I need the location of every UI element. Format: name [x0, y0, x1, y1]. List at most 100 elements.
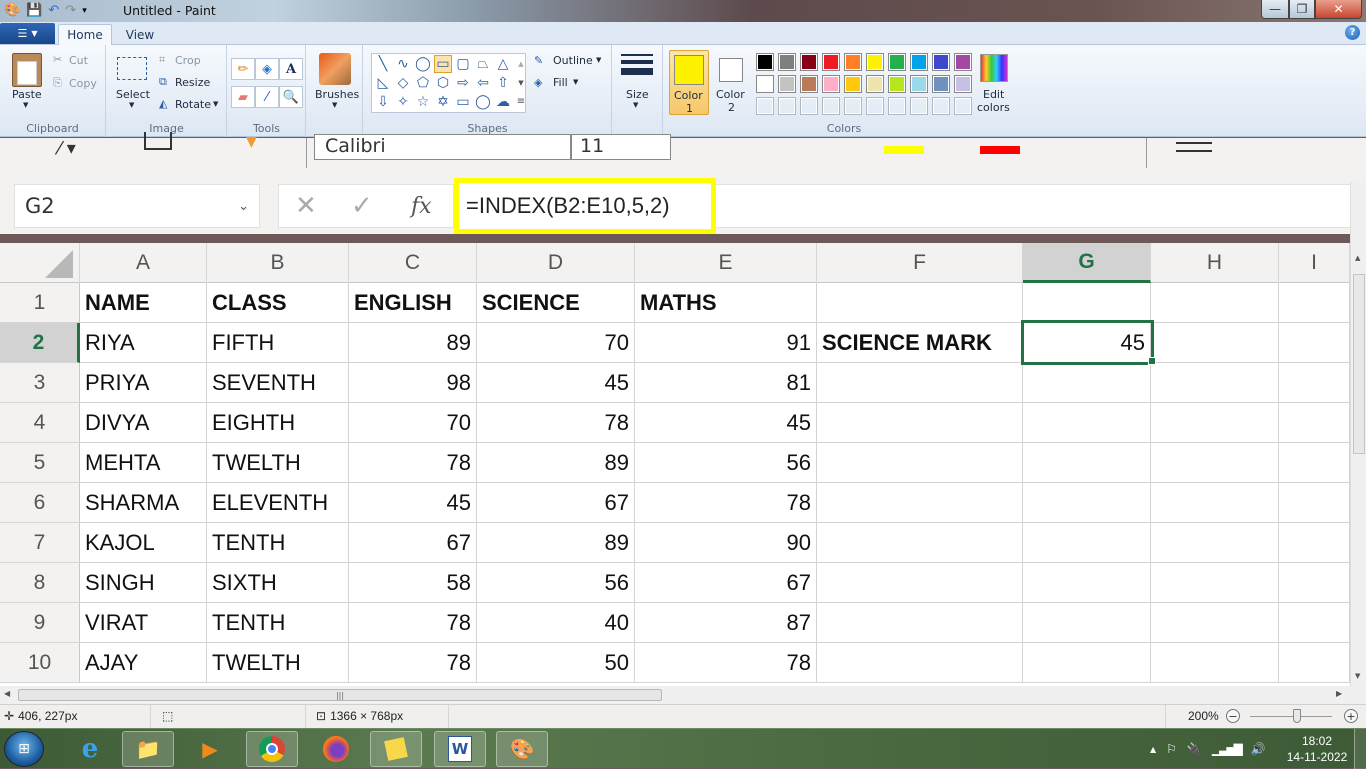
paint-menu-button[interactable]: ☰ ▼ — [0, 23, 55, 44]
size-dropdown-icon[interactable]: ▼ — [633, 101, 638, 109]
power-icon[interactable]: 🔌 — [1187, 742, 1202, 756]
palette-color-swatch[interactable] — [800, 53, 818, 71]
vertical-scroll-thumb[interactable] — [1353, 274, 1365, 454]
palette-color-swatch[interactable] — [888, 53, 906, 71]
zoom-slider-thumb[interactable] — [1293, 709, 1301, 723]
palette-custom-slot[interactable] — [954, 97, 972, 115]
size-icon[interactable] — [621, 54, 653, 80]
clock[interactable]: 18:02 14-11-2022 — [1282, 733, 1352, 765]
select-dropdown-icon[interactable]: ▼ — [129, 101, 134, 109]
taskbar-file-explorer[interactable]: 📁 — [122, 731, 174, 767]
right-arrow-shape-icon[interactable]: ⇨ — [454, 74, 472, 92]
palette-color-swatch[interactable] — [778, 75, 796, 93]
magnifier-icon[interactable]: 🔍 — [279, 86, 303, 108]
left-arrow-shape-icon[interactable]: ⇦ — [474, 74, 492, 92]
rounded-rectangle-shape-icon[interactable]: ▢ — [454, 55, 472, 73]
taskbar-firefox[interactable] — [310, 731, 362, 767]
show-desktop-button[interactable] — [1354, 729, 1366, 769]
hexagon-shape-icon[interactable]: ⬡ — [434, 74, 452, 92]
tab-home[interactable]: Home — [58, 24, 112, 45]
eraser-icon[interactable]: ▰ — [231, 86, 255, 108]
gallery-expand-icon[interactable]: ≡ — [512, 93, 530, 111]
minimize-button[interactable]: — — [1261, 0, 1289, 19]
taskbar-word[interactable]: W — [434, 731, 486, 767]
scroll-down-icon[interactable]: ▼ — [1355, 672, 1360, 680]
diamond-shape-icon[interactable]: ◇ — [394, 74, 412, 92]
outline-dropdown-icon[interactable]: ▼ — [596, 56, 601, 64]
crop-button[interactable]: Crop — [175, 54, 201, 67]
polygon-shape-icon[interactable]: ⏢ — [474, 55, 492, 73]
palette-color-swatch[interactable] — [954, 53, 972, 71]
show-hidden-icons[interactable]: ▲ — [1150, 745, 1156, 754]
tab-view[interactable]: View — [116, 24, 164, 45]
cut-button[interactable]: Cut — [69, 54, 88, 67]
palette-color-swatch[interactable] — [932, 53, 950, 71]
palette-custom-slot[interactable] — [932, 97, 950, 115]
palette-color-swatch[interactable] — [910, 53, 928, 71]
palette-color-swatch[interactable] — [888, 75, 906, 93]
copy-button[interactable]: Copy — [69, 77, 97, 90]
edit-colors-label[interactable]: Edit — [983, 88, 1004, 101]
right-triangle-shape-icon[interactable]: ◺ — [374, 74, 392, 92]
scroll-right-icon[interactable]: ▶ — [1336, 689, 1342, 698]
color1-button[interactable]: Color 1 — [669, 50, 709, 115]
palette-custom-slot[interactable] — [756, 97, 774, 115]
line-shape-icon[interactable]: ╲ — [374, 55, 392, 73]
curve-shape-icon[interactable]: ∿ — [394, 55, 412, 73]
maximize-button[interactable]: ❐ — [1289, 0, 1315, 19]
fill-button[interactable]: Fill — [553, 76, 568, 89]
vertical-scrollbar[interactable]: ▲ ▼ — [1350, 182, 1366, 686]
pentagon-shape-icon[interactable]: ⬠ — [414, 74, 432, 92]
taskbar-chrome[interactable] — [246, 731, 298, 767]
paste-button[interactable]: Paste — [12, 88, 42, 101]
palette-color-swatch[interactable] — [932, 75, 950, 93]
triangle-shape-icon[interactable]: △ — [494, 55, 512, 73]
palette-color-swatch[interactable] — [756, 53, 774, 71]
customize-toolbar-icon[interactable]: ▾ — [82, 2, 87, 20]
zoom-in-button[interactable]: + — [1344, 709, 1358, 723]
rotate-dropdown-icon[interactable]: ▼ — [213, 100, 218, 108]
resize-button[interactable]: Resize — [175, 76, 210, 89]
palette-color-swatch[interactable] — [954, 75, 972, 93]
brushes-button[interactable]: Brushes — [315, 88, 359, 101]
palette-custom-slot[interactable] — [910, 97, 928, 115]
rect-callout-shape-icon[interactable]: ▭ — [454, 93, 472, 111]
start-button[interactable]: ⊞ — [4, 731, 44, 767]
horizontal-scroll-thumb[interactable]: ||| — [18, 689, 662, 701]
close-button[interactable]: ✕ — [1315, 0, 1362, 19]
brushes-dropdown-icon[interactable]: ▼ — [332, 101, 337, 109]
rectangle-shape-icon[interactable]: ▭ — [434, 55, 452, 73]
gallery-scroll-down-icon[interactable]: ▼ — [512, 74, 530, 92]
taskbar-media-player[interactable]: ▶ — [184, 731, 236, 767]
paste-dropdown-icon[interactable]: ▼ — [23, 101, 28, 109]
four-point-star-shape-icon[interactable]: ✧ — [394, 93, 412, 111]
undo-icon[interactable]: ↶ — [48, 2, 59, 20]
action-center-flag-icon[interactable]: ⚐ — [1166, 742, 1177, 756]
palette-color-swatch[interactable] — [822, 75, 840, 93]
paste-icon[interactable] — [12, 53, 42, 87]
palette-color-swatch[interactable] — [822, 53, 840, 71]
text-icon[interactable]: A — [279, 58, 303, 80]
rotate-button[interactable]: Rotate — [175, 98, 211, 111]
up-arrow-shape-icon[interactable]: ⇧ — [494, 74, 512, 92]
palette-color-swatch[interactable] — [756, 75, 774, 93]
five-point-star-shape-icon[interactable]: ☆ — [414, 93, 432, 111]
palette-color-swatch[interactable] — [866, 75, 884, 93]
taskbar-paint[interactable]: 🎨 — [496, 731, 548, 767]
outline-button[interactable]: Outline — [553, 54, 593, 67]
palette-custom-slot[interactable] — [800, 97, 818, 115]
horizontal-scrollbar[interactable]: ◀ ||| ▶ — [0, 686, 1366, 704]
oval-shape-icon[interactable]: ◯ — [414, 55, 432, 73]
palette-custom-slot[interactable] — [844, 97, 862, 115]
network-signal-icon[interactable]: ▁▃▅▇ — [1212, 742, 1243, 756]
edit-colors-icon[interactable] — [980, 54, 1008, 82]
save-icon[interactable]: 💾 — [26, 2, 42, 20]
color-picker-icon[interactable]: ⁄ — [255, 86, 279, 108]
fill-bucket-icon[interactable]: ◈ — [255, 58, 279, 80]
palette-color-swatch[interactable] — [910, 75, 928, 93]
oval-callout-shape-icon[interactable]: ◯ — [474, 93, 492, 111]
select-button[interactable]: Select — [116, 88, 150, 101]
palette-custom-slot[interactable] — [778, 97, 796, 115]
volume-icon[interactable]: 🔊 — [1251, 742, 1266, 756]
palette-color-swatch[interactable] — [866, 53, 884, 71]
